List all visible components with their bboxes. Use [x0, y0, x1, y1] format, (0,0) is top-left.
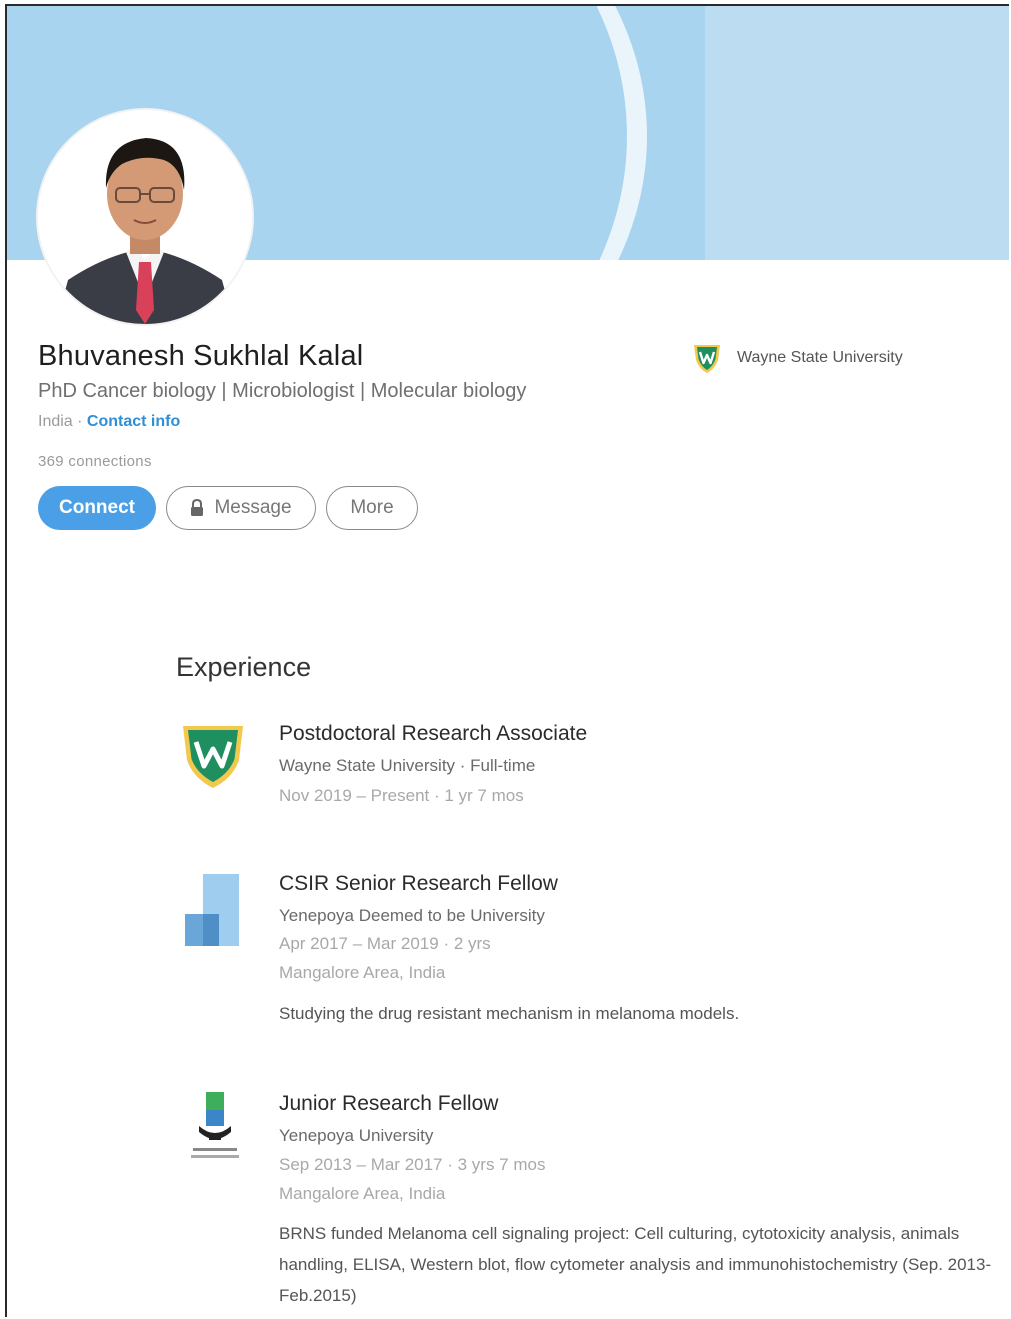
connect-button-label: Connect — [59, 497, 135, 518]
experience-heading: Experience — [176, 652, 312, 682]
contact-info-link[interactable]: Contact info — [87, 413, 180, 430]
job-description: Studying the drug resistant mechanism in… — [279, 1004, 740, 1023]
job-dates: Sep 2013 – Mar 2017 · 3 yrs 7 mos — [279, 1155, 546, 1174]
profile-page: Bhuvanesh Sukhlal Kalal PhD Cancer biolo… — [5, 4, 1009, 1317]
banner-panel — [705, 6, 1009, 260]
profile-name: Bhuvanesh Sukhlal Kalal — [38, 340, 364, 372]
job-location: Mangalore Area, India — [279, 1184, 446, 1203]
current-school-label: Wayne State University — [737, 349, 903, 366]
profile-location: India — [38, 413, 73, 430]
wayne-state-logo-icon — [694, 345, 720, 373]
more-button[interactable]: More — [326, 486, 418, 530]
yenepoya-university-logo-icon[interactable] — [187, 1090, 243, 1166]
job-title[interactable]: Postdoctoral Research Associate — [279, 722, 587, 746]
wayne-state-logo-icon[interactable] — [179, 722, 247, 790]
job-description: BRNS funded Melanoma cell signaling proj… — [279, 1224, 992, 1305]
current-school[interactable]: Wayne State University — [691, 342, 903, 374]
profile-headline: PhD Cancer biology | Microbiologist | Mo… — [38, 380, 527, 402]
message-button-label: Message — [214, 497, 292, 518]
job-company: Yenepoya Deemed to be University — [279, 906, 545, 925]
job-dates: Apr 2017 – Mar 2019 · 2 yrs — [279, 934, 491, 953]
yenepoya-deemed-logo-icon[interactable] — [183, 870, 245, 950]
job-title[interactable]: CSIR Senior Research Fellow — [279, 872, 558, 896]
more-button-label: More — [350, 497, 394, 518]
location-line: India · Contact info — [38, 413, 180, 431]
job-location: Mangalore Area, India — [279, 963, 446, 982]
avatar[interactable] — [38, 110, 252, 324]
job-company: Wayne State University · Full-time — [279, 756, 536, 775]
lock-icon — [191, 499, 204, 516]
job-company: Yenepoya University — [279, 1126, 434, 1145]
connections-count[interactable]: 369 connections — [38, 453, 152, 470]
message-button[interactable]: Message — [166, 486, 316, 530]
job-title[interactable]: Junior Research Fellow — [279, 1092, 498, 1116]
connect-button[interactable]: Connect — [38, 486, 156, 530]
job-dates: Nov 2019 – Present · 1 yr 7 mos — [279, 786, 524, 805]
location-separator: · — [72, 413, 87, 430]
